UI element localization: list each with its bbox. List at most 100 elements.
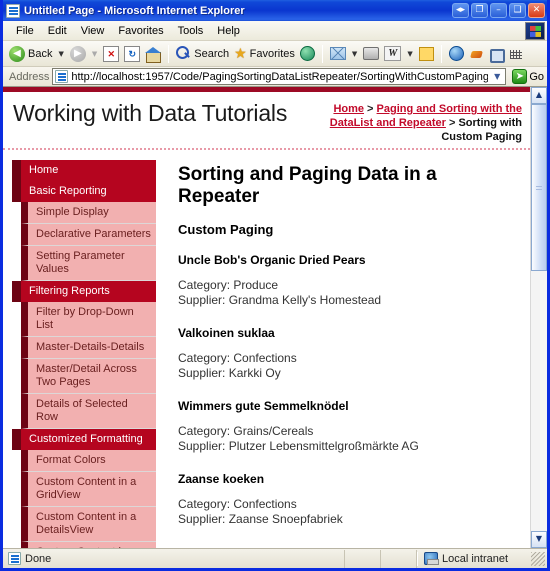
product-details: Category: Confections Supplier: Zaanse S… — [178, 497, 512, 527]
status-text: Done — [25, 552, 52, 565]
vertical-scrollbar[interactable]: ▲ ▼ — [530, 87, 547, 548]
favorites-button[interactable]: ★ Favorites — [232, 43, 297, 65]
scroll-up-button[interactable]: ▲ — [531, 87, 547, 104]
media-globe-icon — [299, 46, 315, 61]
sidebar-item-master-detail-across-two-pages[interactable]: Master/Detail Across Two Pages — [21, 359, 156, 394]
window-title: Untitled Page - Microsoft Internet Explo… — [24, 4, 245, 17]
media-button[interactable] — [298, 43, 317, 65]
product-supplier: Supplier: Grandma Kelly's Homestead — [178, 293, 382, 307]
sidebar-section-filtering-reports[interactable]: Filtering Reports — [12, 281, 156, 302]
product-item: Zaanse koeken Category: Confections Supp… — [178, 472, 512, 527]
search-icon — [176, 46, 191, 61]
product-category: Category: Confections — [178, 497, 297, 511]
messenger-button[interactable] — [447, 43, 466, 65]
product-item: Wimmers gute Semmelknödel Category: Grai… — [178, 399, 512, 454]
scrollbar-track[interactable] — [531, 104, 547, 531]
toolbar-separator-3 — [440, 44, 442, 63]
mail-button[interactable] — [328, 43, 348, 65]
security-zone[interactable]: Local intranet — [417, 551, 547, 566]
star-icon: ★ — [234, 45, 247, 62]
toolbar-separator — [168, 44, 170, 63]
mail-icon — [329, 47, 346, 60]
menu-item-help[interactable]: Help — [210, 23, 247, 39]
web-page: Working with Data Tutorials Home > Pagin… — [3, 87, 530, 548]
edit-dropdown-icon[interactable]: ▼ — [407, 50, 412, 58]
sidebar-item-custom-content-formview[interactable]: Custom Content in a FormView — [21, 542, 156, 548]
sidebar-section-basic-reporting[interactable]: Basic Reporting — [12, 181, 156, 202]
minimize-button[interactable]: – — [490, 3, 507, 18]
product-category: Category: Produce — [178, 278, 279, 292]
product-details: Category: Grains/Cereals Supplier: Plutz… — [178, 424, 512, 454]
menu-bar: File Edit View Favorites Tools Help — [3, 21, 547, 41]
research-button[interactable] — [487, 43, 506, 65]
highlight-button[interactable] — [507, 43, 526, 65]
product-supplier: Supplier: Zaanse Snoepfabriek — [178, 512, 343, 526]
windows-logo-icon — [525, 22, 545, 40]
page-icon-status — [8, 552, 21, 565]
search-button[interactable]: Search — [174, 43, 231, 65]
sidebar-item-format-colors[interactable]: Format Colors — [21, 450, 156, 472]
menu-item-file[interactable]: File — [9, 23, 41, 39]
status-bar: Done Local intranet — [3, 548, 547, 568]
menu-item-favorites[interactable]: Favorites — [111, 23, 170, 39]
product-details: Category: Produce Supplier: Grandma Kell… — [178, 278, 512, 308]
restore-button[interactable]: ❐ — [471, 3, 488, 18]
mail-dropdown-icon[interactable]: ▼ — [352, 50, 357, 58]
sidebar-item-declarative-parameters[interactable]: Declarative Parameters — [21, 224, 156, 246]
close-button[interactable]: ✕ — [528, 3, 545, 18]
address-input[interactable]: http://localhost:1957/Code/PagingSorting… — [52, 68, 507, 85]
home-button[interactable] — [143, 43, 163, 65]
stop-icon: ✕ — [103, 45, 120, 62]
forward-dropdown-icon: ▼ — [91, 49, 98, 58]
status-spacer-1 — [345, 549, 381, 568]
back-arrow-icon: ◀ — [9, 45, 25, 62]
refresh-button[interactable]: ↻ — [122, 43, 142, 65]
sidebar-item-home[interactable]: Home — [12, 160, 156, 181]
browser-window: Untitled Page - Microsoft Internet Explo… — [0, 0, 550, 571]
window-controls: ◂▸ ❐ – ❑ ✕ — [452, 3, 545, 18]
toolbar: ◀ Back ▼ ▶ ▼ ✕ ↻ Search ★ Favorites ▼ W … — [3, 41, 547, 67]
maximize-button[interactable]: ❑ — [509, 3, 526, 18]
edit-word-button[interactable]: W — [382, 43, 403, 65]
sidebar-item-setting-parameter-values[interactable]: Setting Parameter Values — [21, 246, 156, 281]
address-url-text: http://localhost:1957/Code/PagingSorting… — [71, 70, 489, 83]
favorites-label: Favorites — [249, 47, 295, 60]
print-button[interactable] — [361, 43, 381, 65]
back-button[interactable]: ◀ Back — [7, 43, 54, 65]
scrollbar-thumb[interactable] — [531, 104, 547, 271]
sidebar-section-customized-formatting[interactable]: Customized Formatting — [12, 429, 156, 450]
address-bar: Address http://localhost:1957/Code/Pagin… — [3, 67, 547, 87]
msn-button[interactable] — [467, 43, 486, 65]
product-supplier: Supplier: Plutzer Lebensmittelgroßmärkte… — [178, 439, 419, 453]
go-button[interactable]: ➤ Go — [509, 69, 544, 84]
page-icon — [6, 3, 20, 18]
notes-button[interactable] — [417, 43, 436, 65]
address-dropdown-icon[interactable]: ▼ — [491, 72, 503, 81]
sidebar-item-filter-by-drop-down-list[interactable]: Filter by Drop-Down List — [21, 302, 156, 337]
resize-grip[interactable] — [531, 551, 545, 566]
sidebar-item-custom-content-gridview[interactable]: Custom Content in a GridView — [21, 472, 156, 507]
product-name: Valkoinen suklaa — [178, 326, 275, 340]
product-item: Valkoinen suklaa Category: Confections S… — [178, 326, 512, 381]
back-dropdown-icon[interactable]: ▼ — [58, 50, 63, 58]
page-viewport: Working with Data Tutorials Home > Pagin… — [3, 87, 547, 548]
stop-button[interactable]: ✕ — [101, 43, 121, 65]
messenger-globe-icon — [448, 46, 464, 61]
breadcrumb-separator-1: > — [364, 103, 377, 115]
go-label: Go — [529, 70, 544, 83]
sidebar-item-custom-content-detailsview[interactable]: Custom Content in a DetailsView — [21, 507, 156, 542]
scroll-down-button[interactable]: ▼ — [531, 531, 547, 548]
sidebar-item-details-of-selected-row[interactable]: Details of Selected Row — [21, 394, 156, 429]
sidebar-item-master-details-details[interactable]: Master-Details-Details — [21, 337, 156, 359]
forward-button[interactable]: ▶ — [68, 43, 88, 65]
sidebar-item-simple-display[interactable]: Simple Display — [21, 202, 156, 224]
menu-item-tools[interactable]: Tools — [171, 23, 211, 39]
menu-item-view[interactable]: View — [74, 23, 112, 39]
toolbar-separator-2 — [321, 44, 323, 63]
menu-item-edit[interactable]: Edit — [41, 23, 74, 39]
product-category: Category: Confections — [178, 351, 297, 365]
zone-label: Local intranet — [442, 552, 509, 565]
restore-group-button[interactable]: ◂▸ — [452, 3, 469, 18]
product-supplier: Supplier: Karkki Oy — [178, 366, 281, 380]
breadcrumb-link-home[interactable]: Home — [333, 103, 364, 115]
